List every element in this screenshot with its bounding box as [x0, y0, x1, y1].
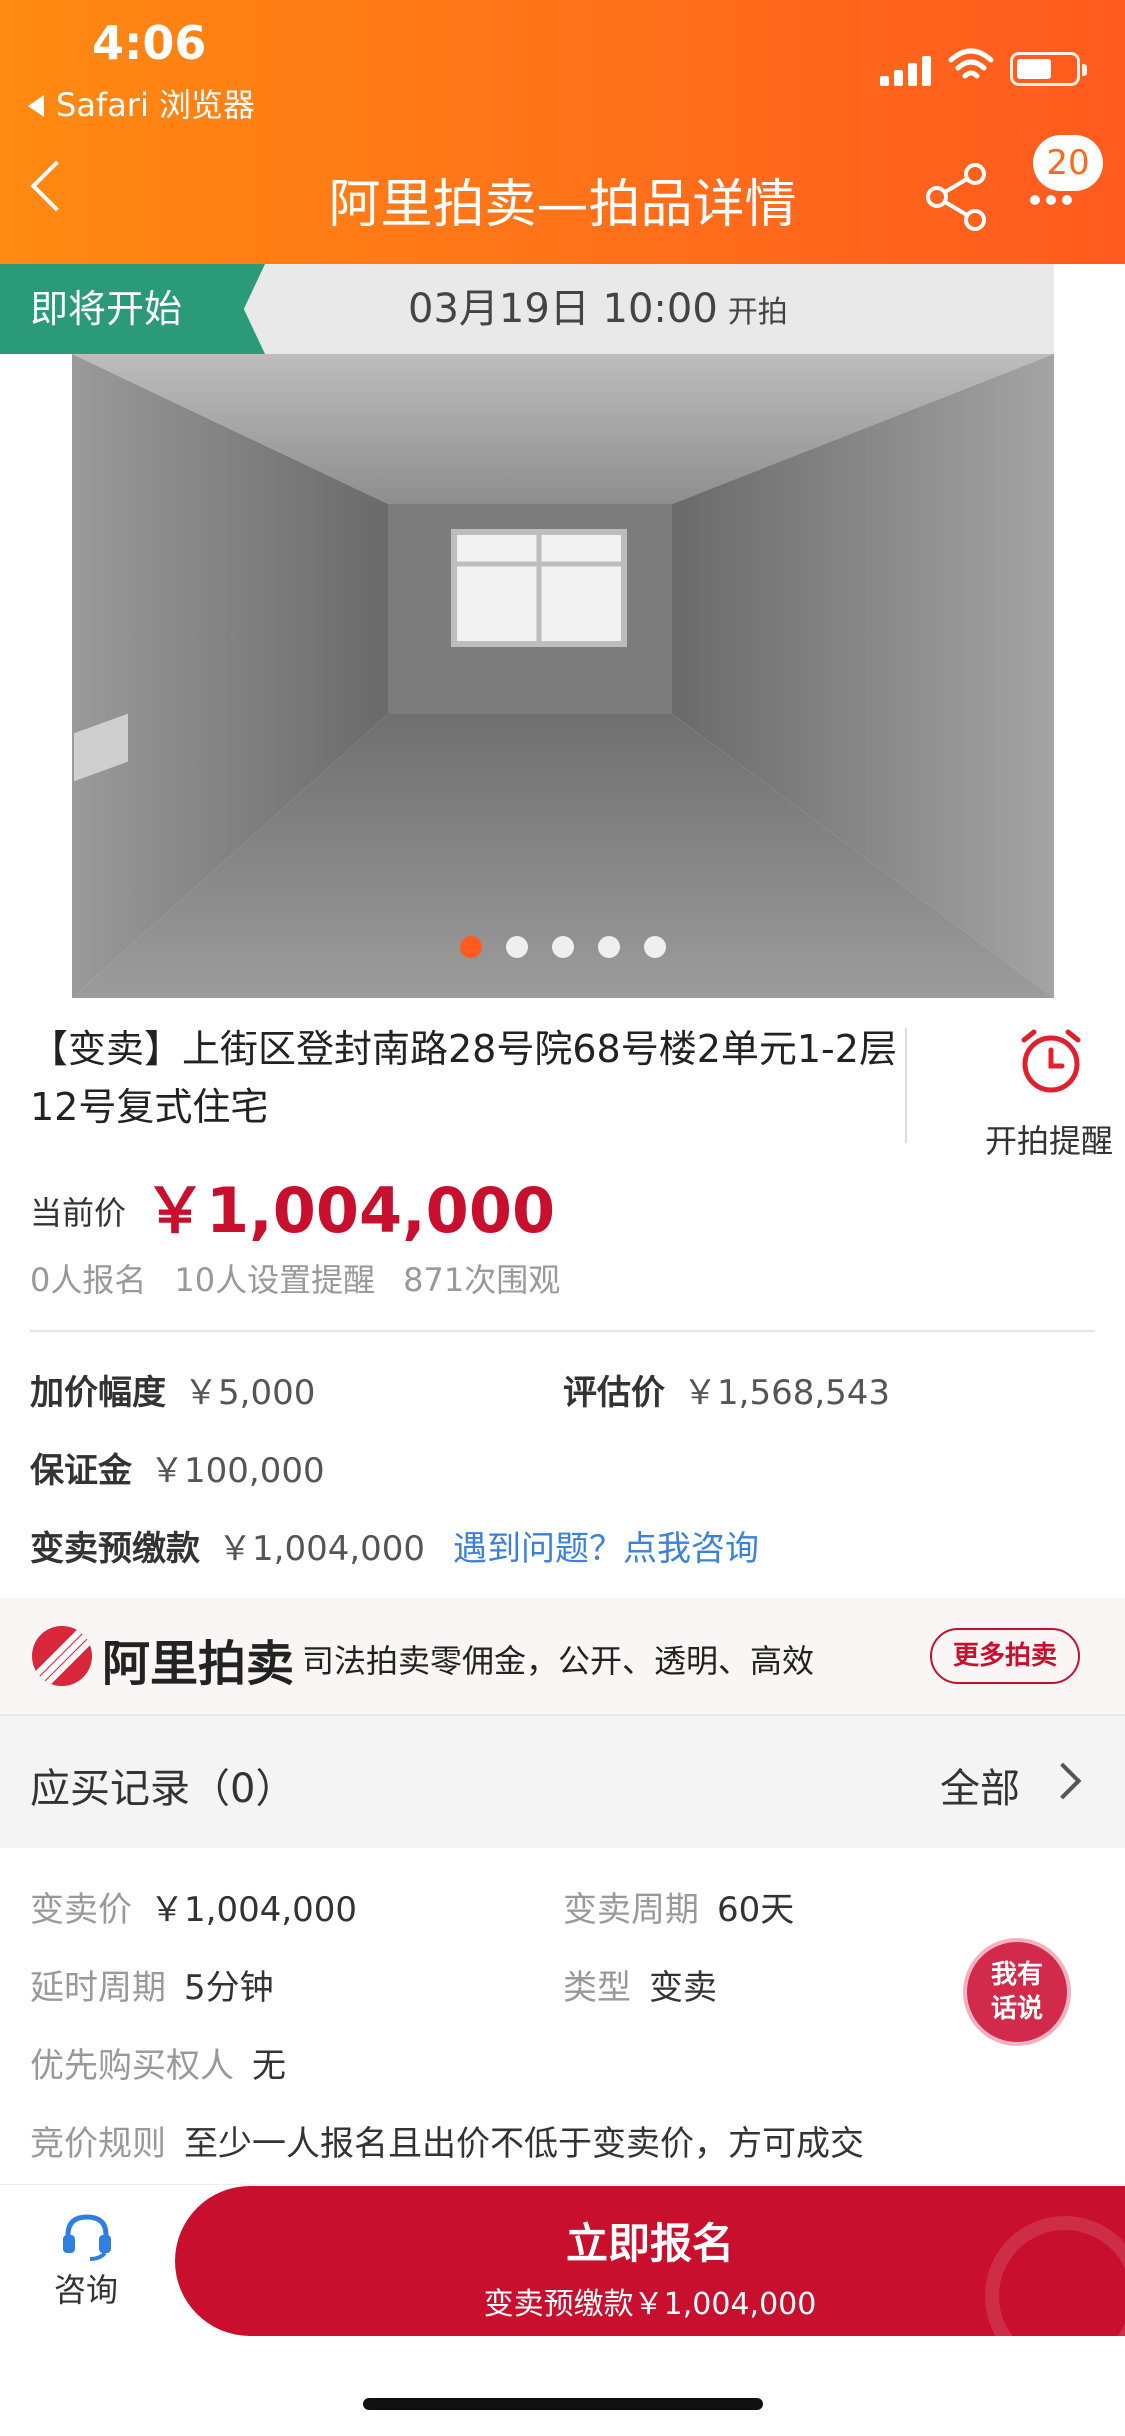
back-app-label: Safari 浏览器: [56, 86, 256, 124]
carousel-dot[interactable]: [506, 936, 528, 958]
appraisal-value: ￥1,568,543: [683, 1373, 891, 1413]
wifi-icon: [948, 48, 994, 79]
view-count: 871次围观: [403, 1261, 561, 1299]
records-all-link[interactable]: 全部: [940, 1756, 1020, 1814]
room-image: [72, 354, 1054, 998]
detail-value: 60天: [717, 1890, 795, 1930]
sell-period-row: 变卖周期 60天: [563, 1882, 794, 1931]
divider: [905, 1028, 907, 1143]
carousel-dot[interactable]: [644, 936, 666, 958]
headset-icon: [63, 2214, 111, 2261]
reminder-count: 10人设置提醒: [174, 1261, 376, 1299]
status-time: 4:06: [92, 16, 207, 70]
detail-key: 竞价规则: [30, 2124, 166, 2164]
brand-name: 阿里拍卖: [102, 1636, 295, 1692]
carousel-dot[interactable]: [552, 936, 574, 958]
start-suffix: 开拍: [727, 295, 788, 330]
prepay-row: 变卖预缴款 ￥1,004,000 遇到问题？点我咨询: [30, 1521, 759, 1570]
sell-price-row: 变卖价 ￥1,004,000: [30, 1882, 357, 1931]
detail-key: 延时周期: [30, 1968, 166, 2008]
signup-count: 0人报名: [30, 1261, 147, 1299]
start-time: 03月19日 10:00 开拍: [408, 264, 788, 358]
deposit-value: ￥100,000: [150, 1451, 325, 1491]
records-title: 应买记录（0）: [30, 1766, 296, 1812]
signup-button[interactable]: 立即报名 变卖预缴款￥1,004,000: [175, 2186, 1125, 2336]
increment-key: 加价幅度: [30, 1373, 166, 1413]
detail-key: 类型: [563, 1968, 631, 2008]
divider: [30, 1330, 1095, 1332]
increment-value: ￥5,000: [184, 1373, 316, 1413]
detail-value: 至少一人报名且出价不低于变卖价，方可成交: [184, 2124, 864, 2164]
detail-key: 变卖价: [30, 1890, 132, 1930]
alarm-clock-icon[interactable]: [1018, 1026, 1084, 1096]
appraisal-row: 评估价 ￥1,568,543: [563, 1365, 890, 1414]
carousel-dot[interactable]: [460, 936, 482, 958]
back-triangle-icon: [28, 95, 44, 117]
carousel-dot[interactable]: [598, 936, 620, 958]
priority-row: 优先购买权人无: [30, 2038, 286, 2087]
detail-key: 优先购买权人: [30, 2046, 234, 2086]
start-datetime: 03月19日 10:00: [408, 286, 718, 332]
home-indicator[interactable]: [363, 2398, 763, 2410]
appraisal-key: 评估价: [563, 1373, 665, 1413]
bid-records-header[interactable]: 应买记录（0） 全部: [0, 1714, 1125, 1848]
prepay-value: ￥1,004,000: [218, 1529, 426, 1569]
share-icon[interactable]: [925, 162, 989, 232]
signup-deposit-label: 变卖预缴款￥1,004,000: [483, 2287, 817, 2322]
status-tag: 即将开始: [0, 264, 265, 354]
type-row: 类型 变卖: [563, 1960, 717, 2009]
price-value: ￥1,004,000: [144, 1174, 556, 1247]
chat-fab-line2: 话说: [990, 1994, 1043, 2024]
message-count-badge: 20: [1033, 135, 1103, 191]
delay-period-row: 延时周期 5分钟: [30, 1960, 274, 2009]
promo-text: 司法拍卖零佣金，公开、透明、高效: [302, 1642, 815, 1680]
signal-icon: [880, 54, 934, 86]
price-label: 当前价: [30, 1194, 127, 1232]
ali-auction-logo-icon: [32, 1626, 92, 1686]
signup-label: 立即报名: [565, 2219, 734, 2268]
deposit-key: 保证金: [30, 1451, 132, 1491]
header-bar: 4:06 Safari 浏览器 阿里拍卖—拍品详情 20: [0, 0, 1125, 264]
detail-value: ￥1,004,000: [150, 1890, 358, 1930]
increment-row: 加价幅度 ￥5,000: [30, 1365, 315, 1414]
prepay-key: 变卖预缴款: [30, 1529, 200, 1569]
carousel-dots: [72, 936, 1054, 962]
remind-button-label[interactable]: 开拍提醒: [985, 1116, 1113, 1162]
detail-key: 变卖周期: [563, 1890, 699, 1930]
item-title: 【变卖】上街区登封南路28号院68号楼2单元1-2层12号复式住宅: [30, 1027, 897, 1129]
more-auctions-button[interactable]: 更多拍卖: [930, 1628, 1080, 1684]
detail-value: 5分钟: [184, 1968, 274, 2008]
current-price: 当前价 ￥1,004,000: [30, 1160, 555, 1250]
back-to-safari[interactable]: Safari 浏览器: [28, 80, 255, 126]
help-consult-link[interactable]: 遇到问题？点我咨询: [453, 1529, 759, 1569]
chat-fab-button[interactable]: 我有 话说: [963, 1938, 1071, 2046]
property-photo[interactable]: [72, 354, 1054, 998]
bid-rule-row: 竞价规则 至少一人报名且出价不低于变卖价，方可成交: [30, 2116, 864, 2165]
ali-auction-promo: 阿里拍卖 司法拍卖零佣金，公开、透明、高效 更多拍卖: [0, 1598, 1125, 1714]
detail-value: 无: [252, 2046, 286, 2086]
chevron-right-icon: [1044, 1762, 1082, 1800]
item-stats: 0人报名 10人设置提醒 871次围观: [30, 1255, 588, 1301]
auction-status-banner: 即将开始 03月19日 10:00 开拍: [0, 264, 1054, 354]
battery-icon: [1010, 52, 1087, 86]
chat-fab-line1: 我有: [990, 1960, 1043, 1990]
more-icon[interactable]: [1030, 190, 1078, 209]
detail-value: 变卖: [649, 1968, 717, 2008]
deposit-row: 保证金 ￥100,000: [30, 1443, 325, 1492]
consult-label: 咨询: [54, 2271, 119, 2309]
